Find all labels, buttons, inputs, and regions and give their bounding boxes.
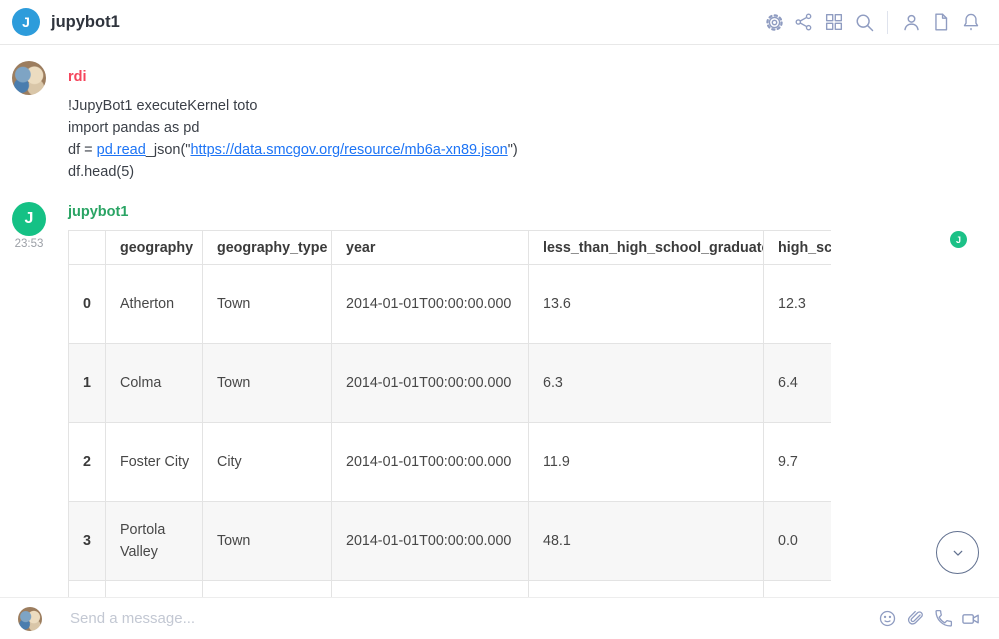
table-cell: Portola Valley [106,502,203,581]
code-text: df = [68,142,97,158]
table-cell [106,581,203,598]
files-icon[interactable] [926,7,956,37]
table-cell [332,581,529,598]
table-cell: 6.3 [529,344,764,423]
message-list: rdi !JupyBot1 executeKernel toto import … [0,45,999,597]
table-cell: 12.3 [764,265,832,344]
message-body-rdi: !JupyBot1 executeKernel toto import pand… [68,95,928,183]
apps-grid-icon[interactable] [819,7,849,37]
table-row: 0 Atherton Town 2014-01-01T00:00:00.000 … [69,265,832,344]
table-cell: Atherton [106,265,203,344]
share-icon[interactable] [789,7,819,37]
column-header [69,231,106,265]
code-text: ") [508,142,518,158]
bot-avatar-badge: J [950,231,967,248]
column-header: less_than_high_school_graduate [529,231,764,265]
table-cell: Town [203,265,332,344]
table-cell: Colma [106,344,203,423]
dataset-url-link[interactable]: https://data.smcgov.org/resource/mb6a-xn… [190,142,507,158]
column-header: geography_type [203,231,332,265]
jump-to-bottom-button[interactable] [936,531,979,574]
table-row [69,581,832,598]
table-cell: Town [203,502,332,581]
row-index [69,581,106,598]
code-text: _json(" [146,142,191,158]
members-icon[interactable] [896,7,926,37]
dataframe-table: geography geography_type year less_than_… [68,230,831,597]
table-row: 2 Foster City City 2014-01-01T00:00:00.0… [69,423,832,502]
composer-user-avatar [18,607,42,631]
table-cell: 2014-01-01T00:00:00.000 [332,344,529,423]
column-header: geography [106,231,203,265]
table-cell: 0.0 [764,502,832,581]
table-cell [764,581,832,598]
table-cell [529,581,764,598]
message-line: df.head(5) [68,161,928,183]
row-index: 1 [69,344,106,423]
chevron-down-icon [948,543,968,563]
username-rdi[interactable]: rdi [68,69,87,85]
table-cell: 2014-01-01T00:00:00.000 [332,265,529,344]
table-cell: 13.6 [529,265,764,344]
row-index: 0 [69,265,106,344]
user-avatar-rdi[interactable] [12,61,46,95]
row-index: 2 [69,423,106,502]
table-row: 1 Colma Town 2014-01-01T00:00:00.000 6.3… [69,344,832,423]
table-cell: 11.9 [529,423,764,502]
search-icon[interactable] [849,7,879,37]
header-divider [887,11,888,34]
video-call-icon[interactable] [957,605,985,633]
message-line: !JupyBot1 executeKernel toto [68,95,928,117]
table-cell [203,581,332,598]
dataframe-table-container: geography geography_type year less_than_… [68,230,831,597]
message-line: df = pd.read_json("https://data.smcgov.o… [68,139,928,161]
table-cell: 2014-01-01T00:00:00.000 [332,423,529,502]
message-timestamp: 23:53 [8,238,50,250]
username-jupybot1[interactable]: jupybot1 [68,204,128,220]
message-line: import pandas as pd [68,117,928,139]
call-phone-icon[interactable] [929,605,957,633]
table-cell: 48.1 [529,502,764,581]
header-toolbar [759,7,986,37]
table-cell: 2014-01-01T00:00:00.000 [332,502,529,581]
message-input[interactable] [68,609,873,628]
channel-title[interactable]: jupybot1 [51,13,120,32]
settings-icon[interactable] [759,7,789,37]
table-row: 3 Portola Valley Town 2014-01-01T00:00:0… [69,502,832,581]
pd-read-link[interactable]: pd.read [97,142,146,158]
table-cell: City [203,423,332,502]
table-cell: 6.4 [764,344,832,423]
emoji-icon[interactable] [873,605,901,633]
column-header: high_sc [764,231,832,265]
message-input-bar [0,597,999,639]
attach-file-icon[interactable] [901,605,929,633]
column-header: year [332,231,529,265]
table-cell: 9.7 [764,423,832,502]
bot-avatar-jupybot1[interactable]: J [12,202,46,236]
table-cell: Foster City [106,423,203,502]
row-index: 3 [69,502,106,581]
channel-header: J jupybot1 [0,0,999,45]
channel-avatar: J [12,8,40,36]
table-cell: Town [203,344,332,423]
notifications-bell-icon[interactable] [956,7,986,37]
table-header-row: geography geography_type year less_than_… [69,231,832,265]
